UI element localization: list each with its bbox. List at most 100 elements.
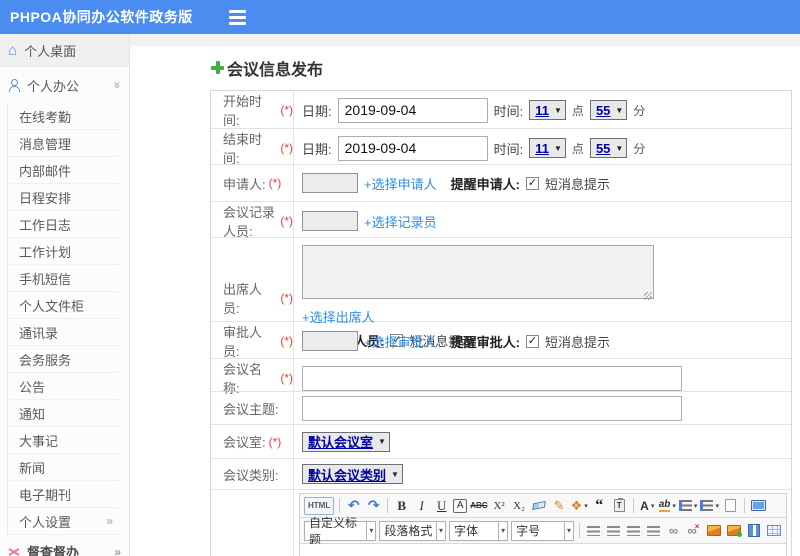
insert-image-icon <box>706 525 721 536</box>
content-top-strip <box>130 34 800 46</box>
sidebar-subitem-worklog[interactable]: 工作日志 <box>8 211 119 238</box>
toolbar-separator <box>387 498 389 513</box>
meeting-name-input[interactable] <box>302 365 682 391</box>
start-minute-select[interactable]: 55 ▼ <box>589 100 628 120</box>
font-color-button[interactable]: A ▾ <box>639 497 656 515</box>
recorder-input[interactable] <box>302 211 358 231</box>
app-title: PHPOA协同办公软件政务版 <box>10 9 193 25</box>
editor-content-area[interactable] <box>300 544 786 556</box>
ordered-list-button[interactable]: ▾ <box>678 497 698 515</box>
applicant-input[interactable] <box>302 173 358 193</box>
person-icon <box>8 78 20 92</box>
sidebar-subitem-filecabinet[interactable]: 个人文件柜 <box>8 292 119 319</box>
sidebar-item-office[interactable]: 个人办公 » <box>0 67 129 103</box>
sidebar-subitem-events[interactable]: 大事记 <box>8 427 119 454</box>
align-justify-button[interactable] <box>645 522 662 540</box>
sidebar-subitem-notice[interactable]: 通知 <box>8 400 119 427</box>
choose-approver-link[interactable]: +选择审批人 <box>364 332 437 351</box>
field-label: 结束时间: <box>223 132 263 166</box>
chevron-right-icon: » <box>114 544 121 556</box>
redo-icon[interactable]: ↷ <box>365 497 382 515</box>
required-mark: (*) <box>280 334 293 348</box>
html-source-button[interactable]: HTML <box>304 496 335 515</box>
sidebar-subitem-sms[interactable]: 手机短信 <box>8 265 119 292</box>
superscript-button[interactable]: X² <box>491 497 508 515</box>
format-painter-button[interactable]: ❖ ▾ <box>571 497 588 515</box>
end-date-input[interactable] <box>337 135 488 161</box>
align-right-button[interactable] <box>625 522 642 540</box>
meeting-category-select[interactable]: 默认会议类别 ▼ <box>302 464 403 484</box>
eraser-icon[interactable] <box>531 497 548 515</box>
unordered-list-button[interactable]: ▾ <box>700 497 719 515</box>
sidebar-subitem-ejournal[interactable]: 电子期刊 <box>8 481 119 508</box>
choose-recorder-link[interactable]: +选择记录员 <box>364 212 437 231</box>
remind-applicant-checkbox[interactable]: ✓ <box>525 176 539 190</box>
insert-image-button[interactable] <box>705 522 722 540</box>
end-hour-select[interactable]: 11 ▼ <box>529 138 566 158</box>
subscript-button[interactable]: X₂ <box>511 497 528 515</box>
insert-media-button[interactable] <box>725 522 742 540</box>
strikethrough-button[interactable]: ABC <box>470 497 487 515</box>
new-page-button[interactable] <box>722 497 739 515</box>
insert-table-button[interactable] <box>765 522 782 540</box>
editor-toolbar-row1: HTML ↶ ↷ B I U A ABC X² X₂ ✎ ❖ ▾ “ T A ▾… <box>300 494 786 518</box>
font-border-button[interactable]: A <box>453 498 468 513</box>
blockquote-button[interactable]: “ <box>591 497 608 515</box>
sidebar-subitem-attendance[interactable]: 在线考勤 <box>8 103 119 130</box>
align-center-button[interactable] <box>605 522 622 540</box>
sidebar-item-supervision[interactable]: 督查督办 » <box>0 535 129 556</box>
dropdown-arrow-icon: ▾ <box>693 502 698 510</box>
field-label: 开始时间: <box>223 94 263 128</box>
sidebar-subitem-meeting-service[interactable]: 会务服务 <box>8 346 119 373</box>
page-title: 会议信息发布 <box>210 46 800 80</box>
fullscreen-button[interactable] <box>750 497 767 515</box>
form-row-attendees: 出席人员:(*) +选择出席人 提醒出席人员: ✓ 短消息提示 <box>211 238 791 357</box>
sidebar-subitem-messages[interactable]: 消息管理 <box>8 130 119 157</box>
align-left-button[interactable] <box>585 522 602 540</box>
paragraph-format-select[interactable]: 段落格式 ▾ <box>379 520 447 541</box>
underline-button[interactable]: U <box>433 497 450 515</box>
sidebar-subitem-contacts[interactable]: 通讯录 <box>8 319 119 346</box>
remind-approver-checkbox[interactable]: ✓ <box>525 334 539 348</box>
unlink-icon[interactable]: ∞ × <box>685 522 702 540</box>
undo-icon[interactable]: ↶ <box>345 497 362 515</box>
menu-icon[interactable] <box>228 9 246 25</box>
form-row-meeting-subject: 会议主题: <box>211 392 791 425</box>
sms-label: 短消息提示 <box>544 334 610 350</box>
approver-input[interactable] <box>302 331 358 351</box>
dropdown-arrow-icon: ▾ <box>715 502 719 510</box>
sidebar-subitem-mail[interactable]: 内部邮件 <box>8 157 119 184</box>
sidebar-subitem-schedule[interactable]: 日程安排 <box>8 184 119 211</box>
toolbar-separator <box>579 523 580 538</box>
columns-button[interactable] <box>745 522 762 540</box>
sidebar-subitem-announcement[interactable]: 公告 <box>8 373 119 400</box>
field-label: 出席人员: <box>223 281 263 316</box>
meeting-room-select[interactable]: 默认会议室 ▼ <box>302 431 390 452</box>
align-justify-icon <box>647 525 660 536</box>
font-size-select[interactable]: 字号 ▾ <box>511 520 575 541</box>
format-clear-brush-icon[interactable]: ✎ <box>551 497 568 515</box>
start-date-input[interactable] <box>337 97 488 123</box>
align-center-icon <box>607 525 620 536</box>
sidebar-subitem-settings[interactable]: 个人设置 » <box>8 508 119 535</box>
highlight-color-button[interactable]: ab ▾ <box>658 497 676 515</box>
italic-button[interactable]: I <box>413 497 430 515</box>
bold-button[interactable]: B <box>393 497 410 515</box>
custom-title-select[interactable]: 自定义标题 ▾ <box>304 516 377 547</box>
sidebar-subitem-news[interactable]: 新闻 <box>8 454 119 481</box>
sidebar-item-desktop[interactable]: ⌂ 个人桌面 <box>0 34 129 67</box>
check-icon: ✓ <box>527 334 538 347</box>
font-family-select[interactable]: 字体 ▾ <box>449 520 509 541</box>
choose-applicant-link[interactable]: +选择申请人 <box>364 174 437 193</box>
start-hour-select[interactable]: 11 ▼ <box>529 100 566 120</box>
required-mark: (*) <box>268 176 282 190</box>
attendees-textarea[interactable] <box>302 245 654 299</box>
required-mark: (*) <box>268 434 282 449</box>
field-label: 会议室: <box>223 435 266 450</box>
link-icon[interactable]: ∞ <box>665 522 682 540</box>
meeting-subject-input[interactable] <box>302 396 682 421</box>
sidebar-subitem-workplan[interactable]: 工作计划 <box>8 238 119 265</box>
field-label: 会议主题: <box>223 402 279 417</box>
paste-text-icon[interactable]: T <box>611 497 628 515</box>
end-minute-select[interactable]: 55 ▼ <box>589 138 628 158</box>
